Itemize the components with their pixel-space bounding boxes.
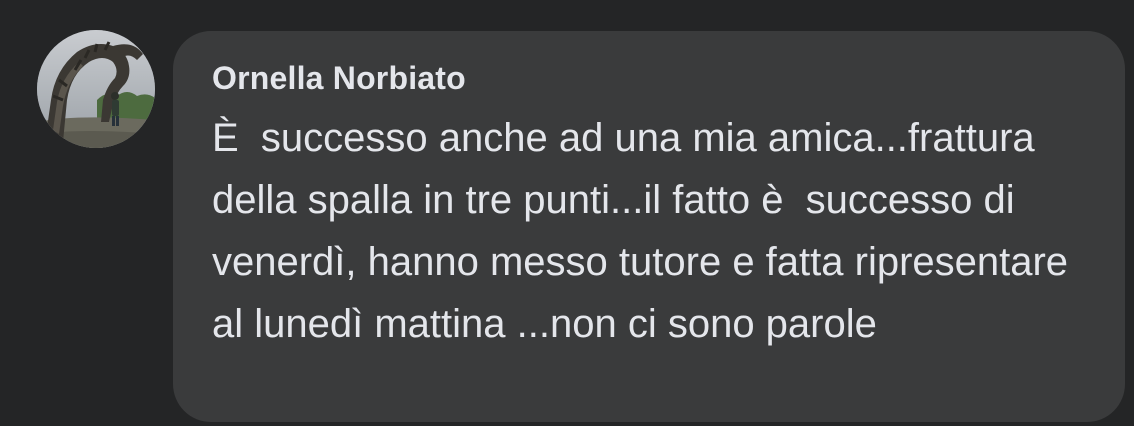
comment-bubble: Ornella Norbiato È successo anche ad una… <box>173 31 1125 422</box>
comment-text: È successo anche ad una mia amica...frat… <box>212 116 1080 346</box>
comment-author[interactable]: Ornella Norbiato <box>212 58 1095 98</box>
avatar-photo <box>37 30 155 148</box>
avatar[interactable] <box>37 30 155 148</box>
